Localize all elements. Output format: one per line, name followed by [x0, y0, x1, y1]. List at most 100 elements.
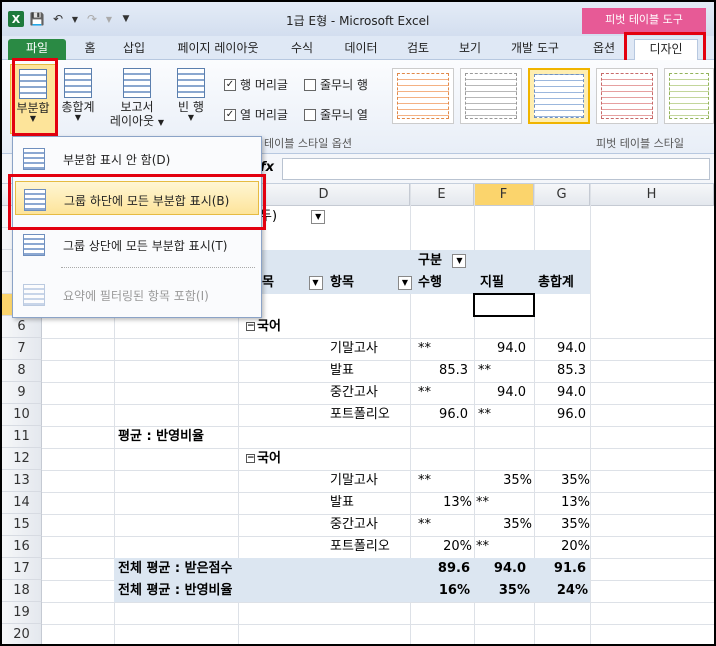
gridline — [42, 624, 714, 625]
redo-dropdown-icon[interactable]: ▼ — [105, 11, 113, 27]
tab-insert[interactable]: 삽입 — [118, 39, 150, 60]
row-header[interactable]: 11 — [2, 426, 42, 448]
tab-developer[interactable]: 개발 도구 — [506, 39, 564, 60]
menu-item-label: 그룹 상단에 모든 부분합 표시(T) — [63, 239, 228, 253]
pivot-styles-group-label: 피벗 테이블 스타일 — [596, 137, 684, 150]
report-layout-label-1: 보고서 — [120, 100, 154, 114]
row-header[interactable]: 20 — [2, 624, 42, 644]
row-header[interactable]: 15 — [2, 514, 42, 536]
item-f: 35% — [503, 473, 532, 488]
grand-total-dropdown-icon: ▼ — [74, 113, 82, 122]
group-row-1[interactable]: − 국어 — [246, 316, 281, 338]
gridline — [42, 382, 714, 383]
row-header[interactable]: 6 — [2, 316, 42, 338]
tab-options[interactable]: 옵션 — [588, 39, 620, 60]
excel-app-icon[interactable]: X — [8, 11, 24, 27]
col-headers-checkbox[interactable]: ✓ 열 머리글 — [224, 106, 288, 123]
tab-page-layout[interactable]: 페이지 레이아웃 — [170, 39, 266, 60]
row-header[interactable]: 7 — [2, 338, 42, 360]
report-layout-text: 레이아웃 — [109, 114, 155, 128]
collapse-icon[interactable]: − — [246, 454, 255, 463]
fx-icon[interactable]: fx — [260, 160, 274, 175]
tab-file[interactable]: 파일 — [8, 39, 66, 60]
row-header[interactable]: 17 — [2, 558, 42, 580]
gridline — [42, 360, 714, 361]
style-swatch-red[interactable] — [596, 68, 658, 124]
pivot-item-field: 항목 — [330, 275, 354, 290]
item-name: 포트폴리오 — [330, 407, 390, 422]
group-2-label: 국어 — [257, 451, 281, 466]
style-swatch-blue-preview — [534, 74, 584, 118]
collapse-icon[interactable]: − — [246, 322, 255, 331]
blank-rows-button[interactable]: 빈 행 ▼ — [170, 64, 212, 134]
pivot-filter-fragment: 두) ▼ — [260, 206, 326, 228]
highlight-menu-item — [8, 174, 266, 230]
column-header-g[interactable]: G — [534, 184, 590, 206]
item-e: 85.3 — [439, 363, 468, 378]
row-header[interactable]: 16 — [2, 536, 42, 558]
banded-rows-check-icon — [304, 78, 316, 91]
tab-data[interactable]: 데이터 — [340, 39, 382, 60]
report-layout-label-2: 레이아웃 ▼ — [106, 114, 168, 130]
item-e: 13% — [443, 495, 472, 510]
tab-view[interactable]: 보기 — [454, 39, 486, 60]
report-layout-button[interactable]: 보고서 레이아웃 ▼ — [106, 64, 168, 134]
menu-item-no-subtotals[interactable]: 부분합 표시 안 함(D) — [15, 141, 259, 175]
row-headers-checkbox[interactable]: ✓ 행 머리글 — [224, 76, 288, 93]
row-header[interactable]: 9 — [2, 382, 42, 404]
quick-access-toolbar: X 💾 ↶ ▼ ↷ ▼ ▼ — [8, 11, 134, 27]
pivot-col-header-perform: 수행 — [418, 275, 442, 290]
row-header[interactable]: 18 — [2, 580, 42, 602]
column-header-f[interactable]: F — [474, 184, 534, 206]
gridline — [42, 602, 714, 603]
tab-review[interactable]: 검토 — [402, 39, 434, 60]
row-header[interactable]: 8 — [2, 360, 42, 382]
style-swatch-orange[interactable] — [392, 68, 454, 124]
column-header-e[interactable]: E — [410, 184, 474, 206]
undo-dropdown-icon[interactable]: ▼ — [71, 11, 79, 27]
item-g: 13% — [561, 495, 590, 510]
item-e: 20% — [443, 539, 472, 554]
banded-rows-checkbox[interactable]: 줄무늬 행 — [304, 76, 368, 93]
formula-input[interactable] — [282, 158, 710, 180]
menu-item-label: 요약에 필터링된 항목 포함(I) — [63, 289, 209, 303]
item-name: 중간고사 — [330, 517, 378, 532]
row-field-filter-icon[interactable]: ▼ — [308, 275, 323, 290]
column-header-h[interactable]: H — [590, 184, 714, 206]
item-g: 94.0 — [557, 385, 586, 400]
tab-home[interactable]: 홈 — [78, 39, 102, 60]
menu-item-subtotals-top[interactable]: 그룹 상단에 모든 부분합 표시(T) — [15, 227, 259, 261]
banded-cols-label: 줄무늬 열 — [320, 108, 368, 122]
active-cell-f5[interactable] — [473, 293, 535, 317]
style-swatch-green[interactable] — [664, 68, 714, 124]
style-swatch-gray[interactable] — [460, 68, 522, 124]
row-header[interactable]: 12 — [2, 448, 42, 470]
undo-icon[interactable]: ↶ — [50, 11, 66, 27]
row-header[interactable]: 19 — [2, 602, 42, 624]
grand-total-icon — [64, 68, 92, 98]
redo-icon[interactable]: ↷ — [84, 11, 100, 27]
row-header[interactable]: 10 — [2, 404, 42, 426]
row-header[interactable]: 13 — [2, 470, 42, 492]
item-field-dropdown-icon[interactable]: ▼ — [398, 276, 412, 290]
subtotals-top-icon — [23, 234, 45, 256]
item-f: 94.0 — [497, 341, 526, 356]
style-swatch-blue-selected[interactable] — [528, 68, 590, 124]
banded-cols-checkbox[interactable]: 줄무늬 열 — [304, 106, 368, 123]
grand-total-button[interactable]: 총합계 ▼ — [58, 64, 98, 134]
col-field-dropdown-icon[interactable]: ▼ — [452, 253, 467, 268]
row-header[interactable]: 14 — [2, 492, 42, 514]
group-row-2[interactable]: − 국어 — [246, 448, 281, 470]
col-headers-check-icon: ✓ — [224, 108, 236, 121]
filter-dropdown-icon[interactable]: ▼ — [311, 209, 326, 224]
style-swatch-gray-preview — [465, 73, 517, 119]
tab-formulas[interactable]: 수식 — [286, 39, 318, 60]
banded-cols-check-icon — [304, 108, 316, 121]
save-icon[interactable]: 💾 — [29, 11, 45, 27]
item-g: 35% — [561, 517, 590, 532]
blank-rows-dropdown-icon: ▼ — [187, 113, 195, 122]
menu-separator — [61, 267, 255, 268]
item-e: ** — [418, 517, 431, 532]
menu-item-include-filtered[interactable]: 요약에 필터링된 항목 포함(I) — [15, 277, 259, 311]
customize-qat-icon[interactable]: ▼ — [118, 11, 134, 27]
